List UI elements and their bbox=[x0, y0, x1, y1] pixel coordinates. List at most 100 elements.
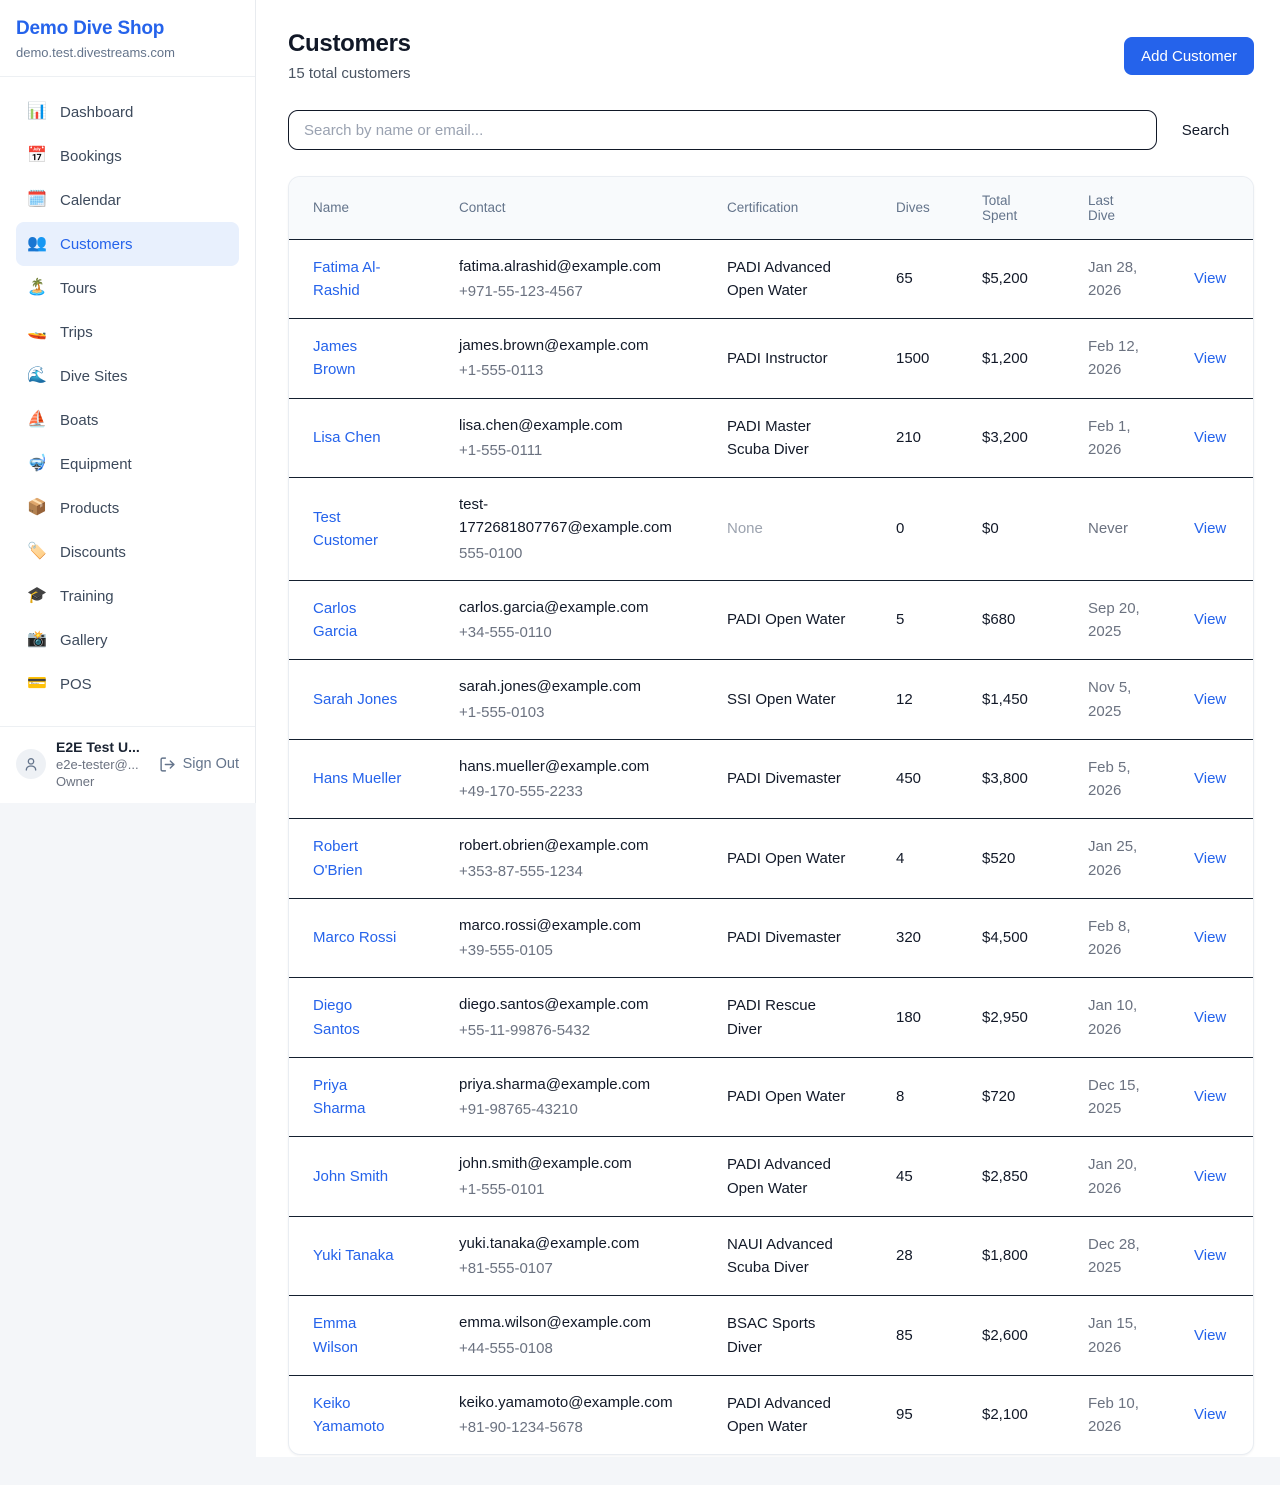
customer-name-link[interactable]: Robert O'Brien bbox=[313, 835, 403, 882]
sidebar-item-tours[interactable]: 🏝️ Tours bbox=[16, 266, 239, 310]
customer-dives: 45 bbox=[896, 1137, 982, 1217]
view-link[interactable]: View bbox=[1194, 1009, 1226, 1026]
view-link[interactable]: View bbox=[1194, 850, 1226, 867]
customer-last-dive: Sep 20, 2025 bbox=[1088, 597, 1162, 644]
discounts-icon: 🏷️ bbox=[27, 544, 47, 560]
customer-name-link[interactable]: Hans Mueller bbox=[313, 767, 401, 790]
pos-icon: 💳 bbox=[27, 676, 47, 692]
view-link[interactable]: View bbox=[1194, 691, 1226, 708]
view-link[interactable]: View bbox=[1194, 520, 1226, 537]
search-button[interactable]: Search bbox=[1157, 121, 1254, 140]
customer-name-link[interactable]: Yuki Tanaka bbox=[313, 1244, 394, 1267]
customer-email: diego.santos@example.com bbox=[459, 993, 679, 1016]
sidebar-item-products[interactable]: 📦 Products bbox=[16, 486, 239, 530]
table-row: Carlos Garcia carlos.garcia@example.com … bbox=[289, 580, 1253, 660]
customer-name-link[interactable]: Diego Santos bbox=[313, 994, 403, 1041]
customer-dives: 28 bbox=[896, 1216, 982, 1296]
view-link[interactable]: View bbox=[1194, 929, 1226, 946]
customer-certification: PADI Open Water bbox=[727, 1085, 845, 1108]
customer-dives: 210 bbox=[896, 398, 982, 478]
table-row: Emma Wilson emma.wilson@example.com +44-… bbox=[289, 1296, 1253, 1376]
view-link[interactable]: View bbox=[1194, 1168, 1226, 1185]
customer-total-spent: $2,850 bbox=[982, 1137, 1088, 1217]
search-row: Search bbox=[288, 110, 1254, 150]
sidebar-item-dashboard[interactable]: 📊 Dashboard bbox=[16, 90, 239, 134]
customer-phone: +971-55-123-4567 bbox=[459, 280, 711, 303]
customer-certification: None bbox=[727, 517, 763, 540]
customer-total-spent: $3,800 bbox=[982, 739, 1088, 819]
view-link[interactable]: View bbox=[1194, 770, 1226, 787]
customer-phone: +55-11-99876-5432 bbox=[459, 1019, 711, 1042]
customer-name-link[interactable]: Priya Sharma bbox=[313, 1074, 403, 1121]
customer-last-dive: Nov 5, 2025 bbox=[1088, 676, 1162, 723]
customer-name-link[interactable]: Test Customer bbox=[313, 506, 403, 553]
view-link[interactable]: View bbox=[1194, 1327, 1226, 1344]
table-row: Diego Santos diego.santos@example.com +5… bbox=[289, 978, 1253, 1058]
sidebar-item-equipment[interactable]: 🤿 Equipment bbox=[16, 442, 239, 486]
customers-icon: 👥 bbox=[27, 236, 47, 252]
customer-email: yuki.tanaka@example.com bbox=[459, 1232, 679, 1255]
sidebar-item-label: Dive Sites bbox=[60, 368, 128, 385]
view-link[interactable]: View bbox=[1194, 1088, 1226, 1105]
sidebar-item-label: Customers bbox=[60, 236, 133, 253]
sidebar-item-gallery[interactable]: 📸 Gallery bbox=[16, 618, 239, 662]
table-row: John Smith john.smith@example.com +1-555… bbox=[289, 1137, 1253, 1217]
products-icon: 📦 bbox=[27, 500, 47, 516]
table-row: James Brown james.brown@example.com +1-5… bbox=[289, 319, 1253, 399]
main-content: Customers 15 total customers Add Custome… bbox=[256, 0, 1280, 1457]
customer-name-link[interactable]: John Smith bbox=[313, 1165, 388, 1188]
sidebar: Demo Dive Shop demo.test.divestreams.com… bbox=[0, 0, 256, 803]
customer-email: test-1772681807767@example.com bbox=[459, 493, 679, 540]
view-link[interactable]: View bbox=[1194, 350, 1226, 367]
customer-last-dive: Dec 15, 2025 bbox=[1088, 1074, 1162, 1121]
customer-last-dive: Feb 12, 2026 bbox=[1088, 335, 1162, 382]
sidebar-item-trips[interactable]: 🚤 Trips bbox=[16, 310, 239, 354]
sidebar-item-bookings[interactable]: 📅 Bookings bbox=[16, 134, 239, 178]
customer-name-link[interactable]: Carlos Garcia bbox=[313, 597, 403, 644]
customer-dives: 12 bbox=[896, 660, 982, 740]
trips-icon: 🚤 bbox=[27, 324, 47, 340]
customer-name-link[interactable]: Emma Wilson bbox=[313, 1312, 403, 1359]
sidebar-item-training[interactable]: 🎓 Training bbox=[16, 574, 239, 618]
sidebar-item-calendar[interactable]: 🗓️ Calendar bbox=[16, 178, 239, 222]
customer-email: keiko.yamamoto@example.com bbox=[459, 1391, 679, 1414]
sidebar-item-dive-sites[interactable]: 🌊 Dive Sites bbox=[16, 354, 239, 398]
sidebar-item-label: Boats bbox=[60, 412, 98, 429]
view-link[interactable]: View bbox=[1194, 270, 1226, 287]
customer-last-dive: Feb 8, 2026 bbox=[1088, 915, 1162, 962]
table-header-row: NameContactCertificationDivesTotal Spent… bbox=[289, 177, 1253, 239]
sidebar-item-customers[interactable]: 👥 Customers bbox=[16, 222, 239, 266]
customer-certification: PADI Open Water bbox=[727, 608, 845, 631]
view-link[interactable]: View bbox=[1194, 1406, 1226, 1423]
add-customer-button[interactable]: Add Customer bbox=[1124, 37, 1254, 75]
customer-name-link[interactable]: James Brown bbox=[313, 335, 403, 382]
customer-last-dive: Jan 20, 2026 bbox=[1088, 1153, 1162, 1200]
customer-name-link[interactable]: Keiko Yamamoto bbox=[313, 1392, 403, 1439]
sidebar-item-boats[interactable]: ⛵ Boats bbox=[16, 398, 239, 442]
customer-certification: PADI Divemaster bbox=[727, 767, 841, 790]
view-link[interactable]: View bbox=[1194, 1247, 1226, 1264]
view-link[interactable]: View bbox=[1194, 429, 1226, 446]
search-input[interactable] bbox=[288, 110, 1157, 150]
sidebar-item-label: Trips bbox=[60, 324, 93, 341]
customer-name-link[interactable]: Sarah Jones bbox=[313, 688, 397, 711]
customer-certification: PADI Advanced Open Water bbox=[727, 1153, 851, 1200]
customer-certification: NAUI Advanced Scuba Diver bbox=[727, 1233, 851, 1280]
customer-email: lisa.chen@example.com bbox=[459, 414, 679, 437]
customer-name-link[interactable]: Marco Rossi bbox=[313, 926, 396, 949]
table-row: Robert O'Brien robert.obrien@example.com… bbox=[289, 819, 1253, 899]
customer-certification: PADI Instructor bbox=[727, 347, 828, 370]
customer-name-link[interactable]: Lisa Chen bbox=[313, 426, 381, 449]
view-link[interactable]: View bbox=[1194, 611, 1226, 628]
customer-name-link[interactable]: Fatima Al-Rashid bbox=[313, 256, 403, 303]
sign-out-button[interactable]: Sign Out bbox=[159, 756, 239, 773]
equipment-icon: 🤿 bbox=[27, 456, 47, 472]
sidebar-item-pos[interactable]: 💳 POS bbox=[16, 662, 239, 706]
customer-dives: 0 bbox=[896, 478, 982, 581]
customer-email: carlos.garcia@example.com bbox=[459, 596, 679, 619]
sidebar-item-label: Tours bbox=[60, 280, 97, 297]
gallery-icon: 📸 bbox=[27, 632, 47, 648]
customer-certification: PADI Master Scuba Diver bbox=[727, 415, 851, 462]
sidebar-item-discounts[interactable]: 🏷️ Discounts bbox=[16, 530, 239, 574]
user-icon bbox=[23, 756, 39, 772]
